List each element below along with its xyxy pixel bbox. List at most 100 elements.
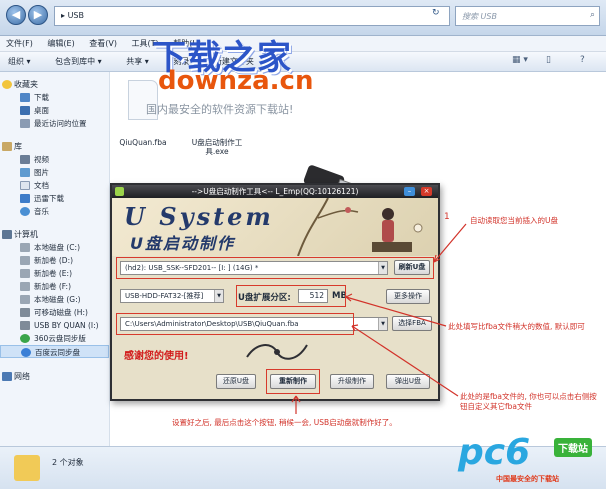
chevron-down-icon[interactable]: ▼	[214, 290, 223, 302]
network-icon	[2, 372, 12, 381]
sidebar-label: 新加卷 (D:)	[34, 256, 74, 265]
dialog-titlebar: -->U盘启动制作工具<-- L_Emp(QQ:10126121) – ×	[112, 185, 438, 198]
address-bar-area: ◀ ▶ ▸ USB ↻ 搜索 USB ⌕	[0, 0, 606, 36]
menu-file[interactable]: 文件(F)	[6, 36, 33, 52]
forward-button[interactable]: ▶	[28, 5, 48, 25]
sidebar-favorites[interactable]: 收藏夹	[0, 78, 109, 91]
sidebar-item-desktop[interactable]: 桌面	[0, 104, 109, 117]
sidebar-network[interactable]: 网络	[0, 370, 109, 383]
sidebar-item-drive-g[interactable]: 本地磁盘 (G:)	[0, 293, 109, 306]
sidebar-item-documents[interactable]: 文档	[0, 179, 109, 192]
sidebar-item-drive-h[interactable]: 可移动磁盘 (H:)	[0, 306, 109, 319]
help-icon[interactable]: ?	[580, 55, 585, 65]
annotation-fba: 此处的是fba文件的, 你也可以点击右侧按钮自定义其它fba文件	[460, 392, 597, 411]
annotation-partition: 此处填写比fba文件稍大的数值, 默认即可	[448, 322, 585, 331]
cloud-sync-icon	[20, 334, 30, 343]
include-in-library-button[interactable]: 包含到库中 ▾	[55, 52, 102, 72]
file-name-fba[interactable]: QiuQuan.fba	[103, 138, 183, 147]
sidebar-item-drive-e[interactable]: 新加卷 (E:)	[0, 267, 109, 280]
refresh-icon[interactable]: ↻	[432, 8, 440, 18]
drive-icon	[20, 243, 30, 252]
music-icon	[20, 207, 30, 216]
sidebar-item-drive-d[interactable]: 新加卷 (D:)	[0, 254, 109, 267]
drive-icon	[20, 256, 30, 265]
minimize-button[interactable]: –	[404, 187, 415, 196]
sidebar-item-pictures[interactable]: 图片	[0, 166, 109, 179]
preview-pane-icon[interactable]: ▯	[546, 55, 551, 65]
usb-tool-dialog: -->U盘启动制作工具<-- L_Emp(QQ:10126121) – × U …	[110, 183, 440, 401]
thanks-message: 感谢您的使用!	[124, 351, 189, 362]
address-field[interactable]: ▸ USB	[54, 6, 450, 26]
search-icon[interactable]: ⌕	[590, 10, 595, 20]
eject-usb-button[interactable]: 弹出U盘	[386, 374, 430, 389]
share-button[interactable]: 共享 ▾	[126, 52, 149, 72]
removable-drive-icon	[20, 308, 30, 317]
sidebar-label: 新加卷 (E:)	[34, 269, 73, 278]
search-input[interactable]: 搜索 USB ⌕	[455, 6, 600, 26]
sidebar-label: 音乐	[34, 207, 49, 216]
pc6-tagline: 中国最安全的下载站	[496, 475, 559, 483]
thunder-download-icon	[20, 194, 30, 203]
sidebar-label: 百度云同步盘	[35, 348, 80, 357]
close-button[interactable]: ×	[421, 187, 432, 196]
chevron-down-icon[interactable]: ▼	[378, 318, 387, 330]
sidebar-label: 下载	[34, 93, 49, 102]
search-placeholder: 搜索 USB	[462, 12, 497, 21]
sidebar-label: 网络	[14, 372, 30, 381]
sidebar-label: 360云盘同步版	[34, 334, 86, 343]
sidebar-item-recent[interactable]: 最近访问的位置	[0, 117, 109, 130]
sidebar-label: 迅雷下载	[34, 194, 64, 203]
sidebar-label: 桌面	[34, 106, 49, 115]
upgrade-make-button[interactable]: 升级制作	[330, 374, 374, 389]
watermark-subtitle: 国内最安全的软件资源下载站!	[146, 103, 294, 116]
breadcrumb-usb[interactable]: USB	[68, 11, 84, 20]
highlight-partition	[236, 285, 346, 307]
swirl-ornament	[246, 344, 308, 360]
sidebar-label: 可移动磁盘 (H:)	[34, 308, 88, 317]
item-count: 2 个对象	[52, 458, 84, 467]
sidebar-item-drive-c[interactable]: 本地磁盘 (C:)	[0, 241, 109, 254]
pc6-logo: pc6 下载站 中国最安全的下载站	[456, 432, 604, 488]
sidebar-item-drive-i[interactable]: USB BY QUAN (I:)	[0, 319, 109, 332]
sidebar-item-drive-f[interactable]: 新加卷 (F:)	[0, 280, 109, 293]
sidebar-computer[interactable]: 计算机	[0, 228, 109, 241]
baidu-cloud-icon	[21, 348, 31, 357]
sidebar-item-downloads[interactable]: 下载	[0, 91, 109, 104]
back-button[interactable]: ◀	[6, 5, 26, 25]
boot-mode-select[interactable]: USB-HDD-FAT32-[推荐] ▼	[120, 289, 224, 303]
restore-usb-button[interactable]: 还原U盘	[216, 374, 256, 389]
highlight-remake	[266, 369, 320, 394]
file-name-exe[interactable]: U盘启动制作工具.exe	[185, 138, 249, 156]
pc6-logo-text: pc6	[458, 432, 531, 473]
choose-fba-button[interactable]: 选择FBA	[392, 316, 432, 331]
menu-edit[interactable]: 编辑(E)	[47, 36, 74, 52]
sidebar-label: 视频	[34, 155, 49, 164]
sidebar-label: 新加卷 (F:)	[34, 282, 71, 291]
annotation-number: 1	[444, 212, 450, 222]
highlight-disk-row	[116, 257, 434, 279]
watermark-url: downza.cn	[158, 66, 314, 96]
downloads-icon	[20, 93, 30, 102]
organize-button[interactable]: 组织 ▾	[8, 52, 31, 72]
pictures-icon	[20, 168, 30, 177]
sidebar-libraries[interactable]: 库	[0, 140, 109, 153]
sidebar-label: USB BY QUAN (I:)	[34, 321, 99, 330]
usb-drive-icon	[20, 321, 30, 330]
video-icon	[20, 155, 30, 164]
drive-icon	[20, 269, 30, 278]
sidebar-item-360-cloud[interactable]: 360云盘同步版	[0, 332, 109, 345]
more-actions-button[interactable]: 更多操作	[386, 289, 430, 304]
banner-subtitle: U盘启动制作	[130, 234, 235, 253]
view-options-icon[interactable]: ▦ ▾	[512, 55, 528, 65]
sidebar-item-music[interactable]: 音乐	[0, 205, 109, 218]
sidebar-label: 计算机	[14, 230, 38, 239]
banner-illustration	[297, 198, 423, 256]
menu-view[interactable]: 查看(V)	[89, 36, 117, 52]
dialog-title: -->U盘启动制作工具<-- L_Emp(QQ:10126121)	[191, 187, 359, 196]
sidebar-item-baidu-cloud[interactable]: 百度云同步盘	[0, 345, 109, 358]
annotation-auto-read: 自动读取您当前插入的U盘	[470, 216, 558, 225]
sidebar-item-videos[interactable]: 视频	[0, 153, 109, 166]
boot-mode-value: USB-HDD-FAT32-[推荐]	[125, 292, 204, 300]
sidebar-item-thunder[interactable]: 迅雷下载	[0, 192, 109, 205]
sidebar-label: 文档	[34, 181, 49, 190]
